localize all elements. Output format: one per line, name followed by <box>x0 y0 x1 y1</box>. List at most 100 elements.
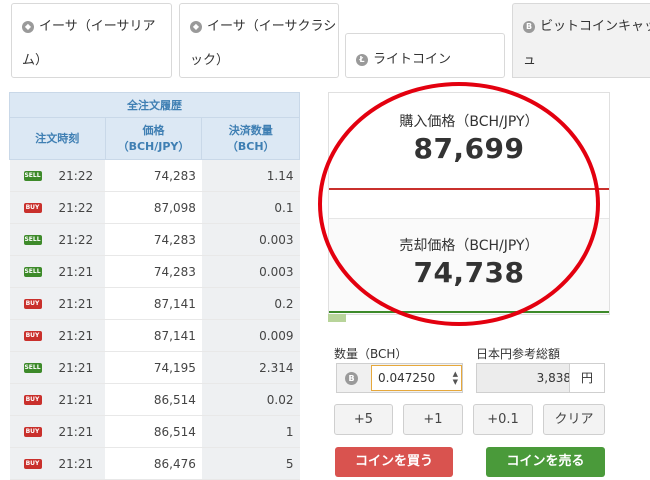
sell-divider <box>329 311 609 313</box>
stepper-arrows-icon[interactable]: ▲ ▼ <box>453 370 458 386</box>
tab-label: ビットコインキャッシ <box>540 19 650 34</box>
clear-button[interactable]: クリア <box>543 404 605 435</box>
order-time: 21:22 <box>58 200 94 215</box>
price-cell: 87,141 <box>105 319 202 352</box>
price-panel: 購入価格（BCH/JPY） 87,699 売却価格（BCH/JPY） 74,73… <box>328 92 610 315</box>
ref-total-label: 日本円参考総額 <box>476 347 561 361</box>
ref-total-value: 3,838 <box>536 371 571 385</box>
buy-badge: BUY <box>23 395 42 405</box>
tab-label: ライトコイン <box>373 52 452 67</box>
price-cell: 74,283 <box>105 223 202 256</box>
qty-cell: 0.003 <box>201 223 300 256</box>
price-cell: 86,514 <box>105 383 202 416</box>
sell-price-value: 74,738 <box>413 256 525 289</box>
qty-cell: 0.1 <box>201 191 300 224</box>
buy-price-box: 購入価格（BCH/JPY） 87,699 <box>329 93 609 188</box>
qty-cell: 5 <box>201 447 300 480</box>
price-cell: 74,283 <box>105 159 202 192</box>
buy-badge: BUY <box>23 427 42 437</box>
time-cell: BUY 21:21 <box>9 319 106 352</box>
order-time: 21:21 <box>58 264 94 279</box>
tab-ethereum[interactable]: ◆ イーサ（イーサリア ム） <box>11 3 172 78</box>
sell-badge: SELL <box>23 235 42 245</box>
table-row: SELL 21:21 74,283 0.003 <box>9 255 300 288</box>
buy-badge: BUY <box>23 299 42 309</box>
price-cell: 86,476 <box>105 447 202 480</box>
tab-label: イーサ（イーサクラシ <box>207 19 337 34</box>
table-row: SELL 21:22 74,283 1.14 <box>9 159 300 192</box>
time-cell: SELL 21:22 <box>9 159 106 192</box>
time-cell: BUY 21:21 <box>9 383 106 416</box>
add-1-button[interactable]: +1 <box>403 404 463 435</box>
tab-litecoin[interactable]: Ł ライトコイン <box>345 33 505 78</box>
time-cell: BUY 21:21 <box>9 415 106 448</box>
sell-indicator <box>328 314 346 322</box>
tab-label-cont: ム） <box>22 53 49 68</box>
sell-badge: SELL <box>23 171 42 181</box>
bitcoin-cash-icon: B <box>523 21 535 33</box>
qty-cell: 2.314 <box>201 351 300 384</box>
order-time: 21:21 <box>58 424 94 439</box>
sell-coin-button[interactable]: コインを売る <box>486 447 605 477</box>
table-row: SELL 21:21 74,195 2.314 <box>9 351 300 384</box>
order-time: 21:22 <box>58 168 94 183</box>
buy-badge: BUY <box>23 459 42 469</box>
buy-divider <box>329 188 609 190</box>
buy-price-label: 購入価格（BCH/JPY） <box>399 114 539 130</box>
ref-total-field: 3,838 円 <box>476 363 605 393</box>
qty-cell: 1.14 <box>201 159 300 192</box>
qty-cell: 0.02 <box>201 383 300 416</box>
table-row: BUY 21:21 87,141 0.2 <box>9 287 300 320</box>
buy-price-value: 87,699 <box>413 132 525 165</box>
order-time: 21:21 <box>58 296 94 311</box>
sell-price-box: 売却価格（BCH/JPY） 74,738 <box>329 218 609 314</box>
order-time: 21:21 <box>58 392 94 407</box>
amount-input[interactable]: 0.047250 ▲ ▼ <box>371 365 462 391</box>
table-row: BUY 21:21 87,141 0.009 <box>9 319 300 352</box>
sell-price-label: 売却価格（BCH/JPY） <box>399 238 539 254</box>
table-row: BUY 21:21 86,476 5 <box>9 447 300 480</box>
col-header-price: 価格 （BCH/JPY） <box>104 117 203 160</box>
table-row: SELL 21:22 74,283 0.003 <box>9 223 300 256</box>
amount-label: 数量（BCH） <box>334 347 408 361</box>
price-cell: 74,195 <box>105 351 202 384</box>
tab-label-cont: ュ <box>523 53 537 68</box>
qty-cell: 0.2 <box>201 287 300 320</box>
col-header-time: 注文時刻 <box>9 117 106 160</box>
order-time: 21:21 <box>58 456 94 471</box>
ethereum-classic-icon: ◆ <box>190 21 202 33</box>
order-time: 21:22 <box>58 232 94 247</box>
tab-bitcoin-cash[interactable]: B ビットコインキャッシ ュ <box>512 3 650 78</box>
table-row: BUY 21:21 86,514 1 <box>9 415 300 448</box>
buy-coin-button[interactable]: コインを買う <box>335 447 453 477</box>
time-cell: SELL 21:22 <box>9 223 106 256</box>
time-cell: BUY 21:22 <box>9 191 106 224</box>
litecoin-icon: Ł <box>356 54 368 66</box>
order-history-table: 全注文履歴 注文時刻 価格 （BCH/JPY） 決済数量 （BCH） SELL 21:… <box>9 92 300 480</box>
qty-cell: 1 <box>201 415 300 448</box>
qty-cell: 0.003 <box>201 255 300 288</box>
col-header-qty: 決済数量 （BCH） <box>201 117 300 160</box>
price-cell: 87,098 <box>105 191 202 224</box>
bitcoin-cash-icon: B <box>345 372 358 385</box>
table-row: BUY 21:22 87,098 0.1 <box>9 191 300 224</box>
time-cell: BUY 21:21 <box>9 447 106 480</box>
sell-badge: SELL <box>23 363 42 373</box>
amount-field: B 0.047250 ▲ ▼ <box>336 363 463 393</box>
buy-badge: BUY <box>23 203 42 213</box>
ethereum-icon: ◆ <box>22 21 34 33</box>
time-cell: SELL 21:21 <box>9 255 106 288</box>
price-cell: 74,283 <box>105 255 202 288</box>
price-cell: 86,514 <box>105 415 202 448</box>
tab-label-cont: ック） <box>190 53 230 68</box>
add-5-button[interactable]: +5 <box>334 404 393 435</box>
yen-unit: 円 <box>569 364 604 392</box>
tab-ethereum-classic[interactable]: ◆ イーサ（イーサクラシ ック） <box>179 3 339 78</box>
buy-badge: BUY <box>23 331 42 341</box>
time-cell: SELL 21:21 <box>9 351 106 384</box>
tab-label: イーサ（イーサリア <box>39 19 156 34</box>
table-row: BUY 21:21 86,514 0.02 <box>9 383 300 416</box>
price-cell: 87,141 <box>105 287 202 320</box>
table-caption: 全注文履歴 <box>9 92 300 118</box>
add-0-1-button[interactable]: +0.1 <box>473 404 533 435</box>
